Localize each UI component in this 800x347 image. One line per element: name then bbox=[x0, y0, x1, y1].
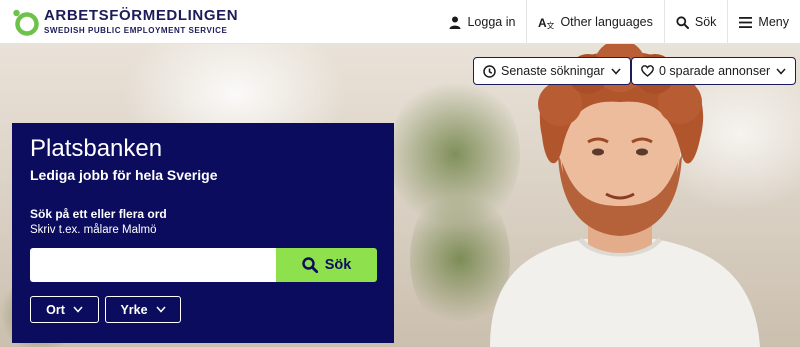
languages-label: Other languages bbox=[560, 15, 653, 29]
occupation-filter-dropdown[interactable]: Yrke bbox=[105, 296, 181, 323]
login-label: Logga in bbox=[467, 15, 516, 29]
menu-label: Meny bbox=[758, 15, 789, 29]
location-filter-dropdown[interactable]: Ort bbox=[30, 296, 99, 323]
svg-text:文: 文 bbox=[547, 20, 555, 29]
location-filter-label: Ort bbox=[46, 302, 65, 317]
clock-icon bbox=[483, 64, 496, 78]
heart-icon bbox=[641, 65, 654, 77]
search-field-label: Sök på ett eller flera ord bbox=[30, 207, 167, 221]
site-logo[interactable]: ARBETSFÖRMEDLINGEN SWEDISH PUBLIC EMPLOY… bbox=[12, 5, 238, 39]
top-nav: Logga in A文 Other languages Sök Meny bbox=[438, 0, 800, 44]
search-icon bbox=[676, 15, 689, 29]
chevron-down-icon bbox=[155, 306, 166, 313]
search-field-hint: Skriv t.ex. målare Malmö bbox=[30, 224, 157, 236]
search-button[interactable]: Sök bbox=[276, 248, 377, 282]
search-icon bbox=[302, 257, 318, 273]
search-link-label: Sök bbox=[694, 15, 717, 29]
login-link[interactable]: Logga in bbox=[438, 0, 526, 44]
brand-name: ARBETSFÖRMEDLINGEN bbox=[44, 7, 239, 24]
page-title: Platsbanken bbox=[30, 135, 163, 162]
recent-searches-button[interactable]: Senaste sökningar bbox=[473, 57, 631, 85]
page-subtitle: Lediga jobb för hela Sverige bbox=[30, 167, 218, 183]
site-header: ARBETSFÖRMEDLINGEN SWEDISH PUBLIC EMPLOY… bbox=[0, 0, 800, 44]
search-input[interactable] bbox=[30, 248, 276, 282]
search-button-label: Sök bbox=[324, 257, 352, 273]
languages-link[interactable]: A文 Other languages bbox=[527, 0, 663, 44]
brand-subtitle: SWEDISH PUBLIC EMPLOYMENT SERVICE bbox=[44, 26, 228, 35]
saved-ads-label: 0 sparade annonser bbox=[659, 64, 771, 78]
logo-mark-icon bbox=[12, 8, 40, 36]
translate-icon: A文 bbox=[538, 16, 554, 29]
chevron-down-icon bbox=[610, 68, 621, 75]
person-icon bbox=[449, 16, 461, 29]
occupation-filter-label: Yrke bbox=[120, 302, 148, 317]
chevron-down-icon bbox=[776, 68, 786, 75]
search-link[interactable]: Sök bbox=[665, 0, 728, 44]
logo-text: ARBETSFÖRMEDLINGEN SWEDISH PUBLIC EMPLOY… bbox=[44, 8, 238, 36]
hamburger-icon bbox=[739, 16, 753, 28]
person-photo bbox=[490, 44, 760, 347]
search-card: Platsbanken Lediga jobb för hela Sverige… bbox=[12, 123, 394, 343]
chevron-down-icon bbox=[73, 306, 83, 313]
saved-ads-button[interactable]: 0 sparade annonser bbox=[631, 57, 797, 85]
menu-button[interactable]: Meny bbox=[728, 0, 800, 44]
recent-searches-label: Senaste sökningar bbox=[501, 64, 605, 78]
